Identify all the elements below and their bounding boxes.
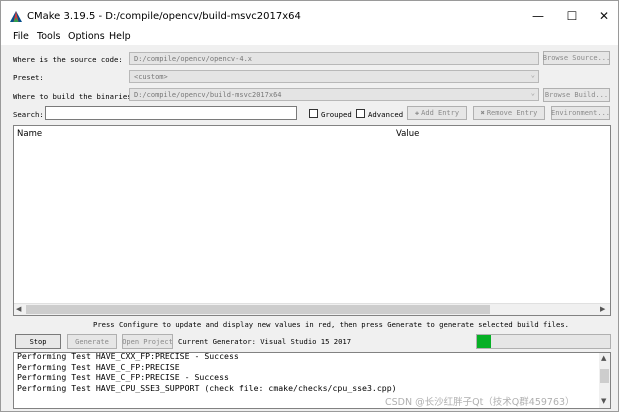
menu-options[interactable]: Options bbox=[68, 31, 105, 42]
source-input[interactable]: D:/compile/opencv/opencv-4.x bbox=[129, 52, 539, 65]
chevron-down-icon: ⌄ bbox=[530, 71, 535, 79]
preset-label: Preset: bbox=[13, 73, 44, 82]
preset-select[interactable]: <custom> ⌄ bbox=[129, 70, 539, 83]
scroll-right-icon[interactable]: ▶ bbox=[600, 305, 605, 313]
menu-bar: File Tools Options Help bbox=[1, 31, 618, 45]
add-entry-button[interactable]: ✚ Add Entry bbox=[407, 106, 467, 120]
search-label: Search: bbox=[13, 110, 44, 119]
generate-button[interactable]: Generate bbox=[67, 334, 117, 349]
browse-build-button[interactable]: Browse Build... bbox=[543, 88, 610, 102]
scrollbar-thumb[interactable] bbox=[26, 305, 490, 314]
browse-source-label: Browse Source... bbox=[542, 54, 611, 62]
maximize-button[interactable]: ☐ bbox=[561, 7, 583, 25]
status-message: Press Configure to update and display ne… bbox=[93, 320, 569, 329]
menu-help[interactable]: Help bbox=[109, 31, 131, 42]
log-lines: Performing Test HAVE_CXX_FP:PRECISE - Su… bbox=[17, 352, 597, 393]
search-input[interactable] bbox=[45, 106, 297, 120]
preset-value: <custom> bbox=[134, 73, 168, 81]
build-value: D:/compile/opencv/build-msvc2017x64 bbox=[134, 91, 282, 99]
log-line: Performing Test HAVE_C_FP:PRECISE bbox=[17, 361, 180, 372]
stop-button[interactable]: Stop bbox=[15, 334, 61, 349]
column-value-header[interactable]: Value bbox=[396, 129, 419, 139]
log-line: Performing Test HAVE_CPU_SSE3_SUPPORT (c… bbox=[17, 382, 397, 393]
minimize-icon: — bbox=[532, 9, 544, 23]
environment-button[interactable]: Environment... bbox=[551, 106, 610, 120]
title-bar: CMake 3.19.5 - D:/compile/opencv/build-m… bbox=[1, 1, 618, 31]
minimize-button[interactable]: — bbox=[527, 7, 549, 25]
close-button[interactable]: ✕ bbox=[593, 7, 615, 25]
log-line: Performing Test HAVE_CXX_FP:PRECISE - Su… bbox=[17, 352, 239, 361]
horizontal-scrollbar[interactable]: ◀ ▶ bbox=[14, 303, 610, 315]
browse-source-button[interactable]: Browse Source... bbox=[543, 51, 610, 65]
vertical-scrollbar[interactable]: ▲ ▼ bbox=[599, 353, 610, 408]
cache-table[interactable]: Name Value ◀ ▶ bbox=[13, 125, 611, 316]
scroll-left-icon[interactable]: ◀ bbox=[16, 305, 21, 313]
generate-label: Generate bbox=[75, 337, 109, 346]
scroll-down-icon[interactable]: ▼ bbox=[601, 397, 606, 405]
advanced-label: Advanced bbox=[368, 110, 404, 119]
source-value: D:/compile/opencv/opencv-4.x bbox=[134, 55, 253, 63]
current-generator: Current Generator: Visual Studio 15 2017 bbox=[178, 337, 352, 346]
cmake-logo-icon bbox=[10, 11, 22, 22]
build-input[interactable]: D:/compile/opencv/build-msvc2017x64 ⌄ bbox=[129, 88, 539, 101]
advanced-checkbox[interactable] bbox=[356, 109, 365, 118]
menu-file[interactable]: File bbox=[13, 31, 29, 42]
open-project-button[interactable]: Open Project bbox=[122, 334, 173, 349]
source-label: Where is the source code: bbox=[13, 55, 123, 64]
cmake-window: CMake 3.19.5 - D:/compile/opencv/build-m… bbox=[0, 0, 619, 412]
progress-bar bbox=[476, 334, 611, 349]
close-icon: ✕ bbox=[598, 9, 610, 23]
chevron-down-icon: ⌄ bbox=[530, 89, 535, 97]
progress-fill bbox=[477, 335, 491, 348]
grouped-label: Grouped bbox=[321, 110, 352, 119]
maximize-icon: ☐ bbox=[566, 9, 578, 23]
cross-icon: ✖ bbox=[480, 109, 485, 117]
scroll-up-icon[interactable]: ▲ bbox=[601, 354, 606, 362]
window-title: CMake 3.19.5 - D:/compile/opencv/build-m… bbox=[27, 11, 301, 22]
plus-icon: ✚ bbox=[414, 109, 420, 117]
grouped-checkbox[interactable] bbox=[309, 109, 318, 118]
menu-tools[interactable]: Tools bbox=[37, 31, 60, 42]
build-label: Where to build the binaries: bbox=[13, 92, 137, 101]
column-name-header[interactable]: Name bbox=[17, 129, 42, 139]
watermark: CSDN @长沙红胖子Qt（技术Q群459763） bbox=[385, 397, 575, 408]
stop-label: Stop bbox=[29, 337, 47, 346]
log-line: Performing Test HAVE_C_FP:PRECISE - Succ… bbox=[17, 372, 229, 382]
remove-entry-button[interactable]: ✖ Remove Entry bbox=[473, 106, 545, 120]
log-scrollbar-thumb[interactable] bbox=[600, 369, 609, 383]
open-project-label: Open Project bbox=[122, 337, 173, 346]
browse-build-label: Browse Build... bbox=[544, 91, 609, 99]
add-entry-label: Add Entry bbox=[421, 109, 460, 117]
remove-entry-label: Remove Entry bbox=[486, 109, 538, 117]
environment-label: Environment... bbox=[551, 109, 611, 117]
